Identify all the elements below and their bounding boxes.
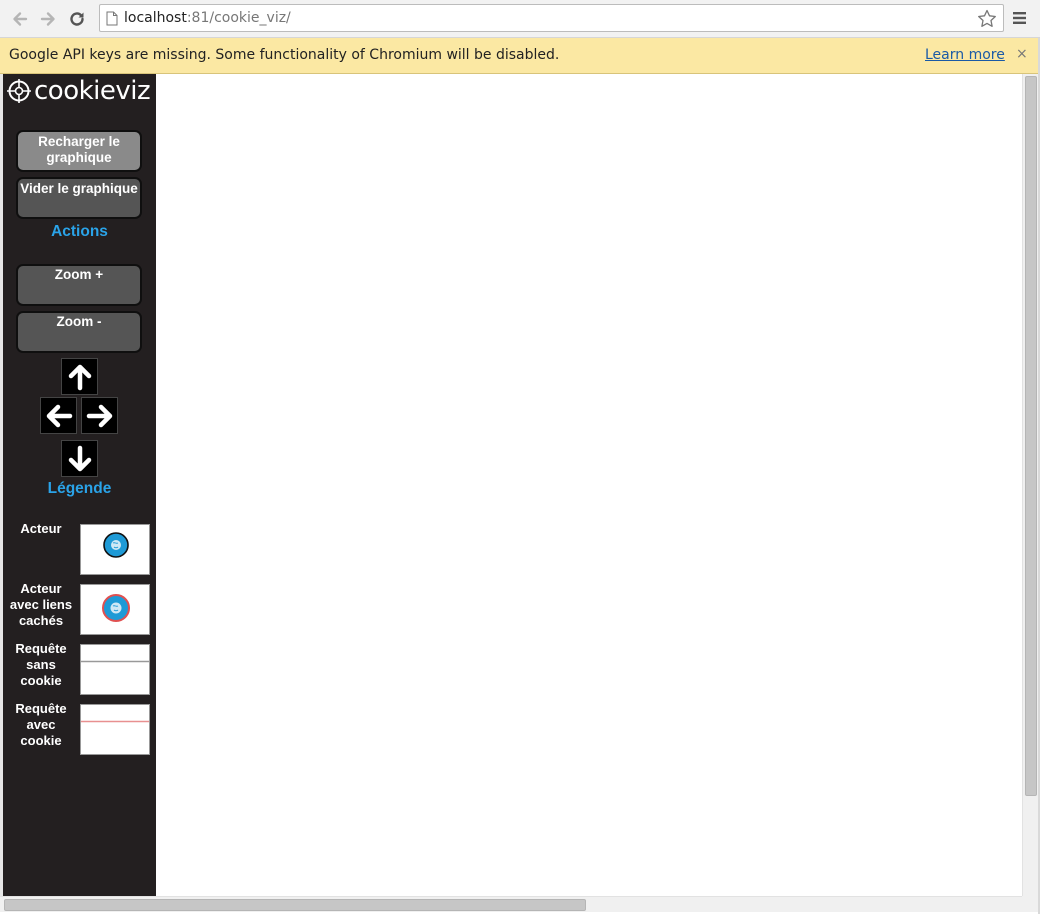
pan-down-button[interactable] [61,440,98,477]
legend-label-request-no-cookie: Requête sans cookie [15,641,67,688]
reload-button[interactable] [65,7,89,31]
legend-swatch-request-no-cookie [80,644,150,695]
actor-hidden-links-node-icon [102,594,130,622]
red-line-icon [81,720,149,723]
sidebar: cookieviz Recharger le graphique Vider l… [3,74,156,896]
star-icon[interactable] [977,9,997,28]
arrow-up-icon [68,364,91,390]
browser-toolbar: localhost:81/cookie_viz/ [0,0,1040,38]
actor-node-icon [103,532,129,558]
logo-text: cookieviz [34,76,151,106]
forward-arrow-icon [40,12,55,26]
legend-swatch-actor-hidden-links [80,584,150,635]
api-keys-infobar: Google API keys are missing. Some functi… [0,38,1040,74]
infobar-close-icon[interactable]: × [1016,46,1028,62]
infobar-message: Google API keys are missing. Some functi… [9,47,560,63]
crosshair-logo-icon [7,79,31,103]
url-text: localhost:81/cookie_viz/ [124,10,291,26]
reload-icon [70,12,84,26]
zoom-in-button[interactable]: Zoom + [16,264,142,306]
url-path: :81/cookie_viz/ [186,10,291,26]
pan-up-button[interactable] [61,358,98,395]
back-arrow-icon [13,12,28,26]
pan-left-button[interactable] [40,397,77,434]
forward-button[interactable] [36,7,60,31]
legend-title: Légende [47,480,112,497]
zoom-out-button[interactable]: Zoom - [16,311,142,353]
vertical-scrollbar[interactable] [1022,74,1038,896]
page-icon [106,11,118,26]
legend-swatch-actor [80,524,150,575]
arrow-down-icon [68,445,91,471]
scrollbar-corner [1022,896,1038,912]
logo: cookieviz [7,76,151,106]
legend-label-actor-hidden-links: Acteur avec liens cachés [9,581,73,628]
clear-graph-button[interactable]: Vider le graphique [16,177,142,219]
vertical-scrollbar-thumb[interactable] [1025,76,1037,796]
gray-line-icon [81,660,149,663]
url-host: localhost [124,10,187,26]
learn-more-link[interactable]: Learn more [925,47,1005,63]
graph-canvas[interactable] [156,74,1022,896]
address-bar[interactable]: localhost:81/cookie_viz/ [99,4,1004,32]
actions-title: Actions [51,223,108,240]
legend-label-request-with-cookie: Requête avec cookie [15,701,67,748]
reload-graph-button[interactable]: Recharger le graphique [16,130,142,172]
legend-swatch-request-with-cookie [80,704,150,755]
hamburger-menu-icon[interactable] [1012,10,1028,26]
legend-label-actor: Acteur [20,521,62,536]
pan-right-button[interactable] [81,397,118,434]
arrow-right-icon [86,404,112,427]
back-button[interactable] [8,7,32,31]
horizontal-scrollbar-thumb[interactable] [4,899,586,911]
horizontal-scrollbar[interactable] [0,896,1022,912]
arrow-left-icon [46,404,72,427]
